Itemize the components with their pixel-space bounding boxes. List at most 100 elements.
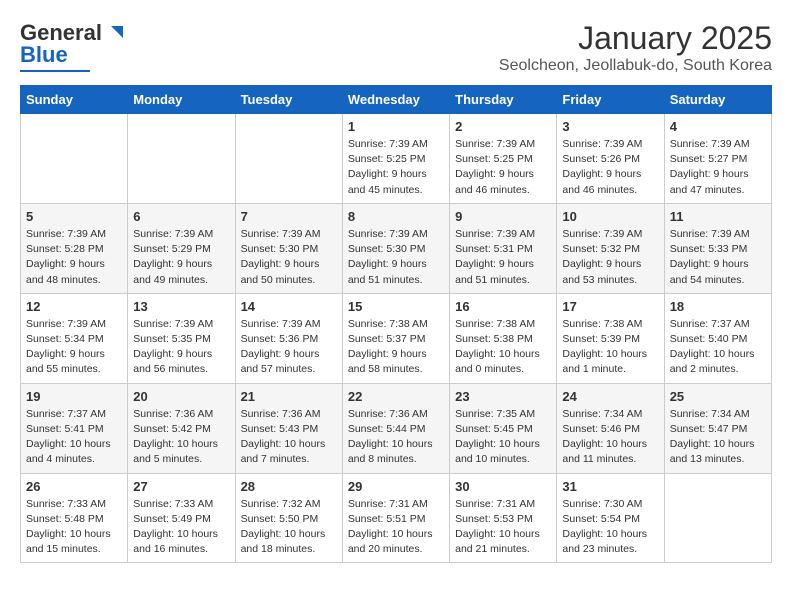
day-info: Sunrise: 7:39 AM Sunset: 5:30 PM Dayligh…	[241, 227, 337, 288]
calendar-cell: 3 Sunrise: 7:39 AM Sunset: 5:26 PM Daylig…	[557, 114, 664, 204]
calendar-cell: 28 Sunrise: 7:32 AM Sunset: 5:50 PM Dayli…	[235, 473, 342, 563]
day-info: Sunrise: 7:38 AM Sunset: 5:38 PM Dayligh…	[455, 317, 551, 378]
page-title: January 2025	[499, 20, 772, 57]
logo: General Blue	[20, 20, 125, 72]
logo-blue-text: Blue	[20, 42, 68, 68]
day-number: 14	[241, 299, 337, 314]
calendar-cell: 5Sunrise: 7:39 AM Sunset: 5:28 PM Daylig…	[21, 203, 128, 293]
calendar-header-row: SundayMondayTuesdayWednesdayThursdayFrid…	[21, 86, 772, 114]
calendar-cell: 15Sunrise: 7:38 AM Sunset: 5:37 PM Dayli…	[342, 293, 449, 383]
calendar-cell: 9Sunrise: 7:39 AM Sunset: 5:31 PM Daylig…	[450, 203, 557, 293]
day-info: Sunrise: 7:33 AM Sunset: 5:49 PM Dayligh…	[133, 497, 229, 558]
title-block: January 2025 Seolcheon, Jeollabuk-do, So…	[499, 20, 772, 75]
day-number: 16	[455, 299, 551, 314]
day-info: Sunrise: 7:39 AM Sunset: 5:25 PM Dayligh…	[348, 137, 444, 198]
day-info: Sunrise: 7:39 AM Sunset: 5:32 PM Dayligh…	[562, 227, 658, 288]
day-number: 28	[241, 479, 337, 494]
calendar-cell: 8 Sunrise: 7:39 AM Sunset: 5:30 PM Daylig…	[342, 203, 449, 293]
day-info: Sunrise: 7:36 AM Sunset: 5:43 PM Dayligh…	[241, 407, 337, 468]
day-number: 25	[670, 389, 766, 404]
calendar-cell: 21 Sunrise: 7:36 AM Sunset: 5:43 PM Dayli…	[235, 383, 342, 473]
day-info: Sunrise: 7:39 AM Sunset: 5:33 PM Dayligh…	[670, 227, 766, 288]
calendar-week-row: 5Sunrise: 7:39 AM Sunset: 5:28 PM Daylig…	[21, 203, 772, 293]
weekday-header: Thursday	[450, 86, 557, 114]
calendar-cell: 1 Sunrise: 7:39 AM Sunset: 5:25 PM Daylig…	[342, 114, 449, 204]
day-number: 22	[348, 389, 444, 404]
day-info: Sunrise: 7:39 AM Sunset: 5:26 PM Dayligh…	[562, 137, 658, 198]
weekday-header: Saturday	[664, 86, 771, 114]
calendar-cell	[128, 114, 235, 204]
calendar-cell: 31Sunrise: 7:30 AM Sunset: 5:54 PM Dayli…	[557, 473, 664, 563]
day-number: 18	[670, 299, 766, 314]
calendar-cell: 17 Sunrise: 7:38 AM Sunset: 5:39 PM Dayli…	[557, 293, 664, 383]
day-number: 27	[133, 479, 229, 494]
calendar-cell: 2Sunrise: 7:39 AM Sunset: 5:25 PM Daylig…	[450, 114, 557, 204]
day-info: Sunrise: 7:34 AM Sunset: 5:46 PM Dayligh…	[562, 407, 658, 468]
day-number: 8	[348, 209, 444, 224]
day-number: 6	[133, 209, 229, 224]
day-info: Sunrise: 7:31 AM Sunset: 5:51 PM Dayligh…	[348, 497, 444, 558]
calendar-table: SundayMondayTuesdayWednesdayThursdayFrid…	[20, 85, 772, 563]
day-info: Sunrise: 7:38 AM Sunset: 5:37 PM Dayligh…	[348, 317, 444, 378]
day-info: Sunrise: 7:35 AM Sunset: 5:45 PM Dayligh…	[455, 407, 551, 468]
day-number: 17	[562, 299, 658, 314]
calendar-cell: 7Sunrise: 7:39 AM Sunset: 5:30 PM Daylig…	[235, 203, 342, 293]
day-number: 12	[26, 299, 122, 314]
calendar-week-row: 19 Sunrise: 7:37 AM Sunset: 5:41 PM Dayli…	[21, 383, 772, 473]
day-info: Sunrise: 7:39 AM Sunset: 5:34 PM Dayligh…	[26, 317, 122, 378]
day-number: 13	[133, 299, 229, 314]
calendar-cell: 26 Sunrise: 7:33 AM Sunset: 5:48 PM Dayli…	[21, 473, 128, 563]
calendar-cell: 20 Sunrise: 7:36 AM Sunset: 5:42 PM Dayli…	[128, 383, 235, 473]
day-number: 4	[670, 119, 766, 134]
day-info: Sunrise: 7:31 AM Sunset: 5:53 PM Dayligh…	[455, 497, 551, 558]
day-number: 26	[26, 479, 122, 494]
calendar-cell: 12 Sunrise: 7:39 AM Sunset: 5:34 PM Dayli…	[21, 293, 128, 383]
day-info: Sunrise: 7:39 AM Sunset: 5:29 PM Dayligh…	[133, 227, 229, 288]
day-number: 19	[26, 389, 122, 404]
calendar-cell: 11Sunrise: 7:39 AM Sunset: 5:33 PM Dayli…	[664, 203, 771, 293]
day-info: Sunrise: 7:39 AM Sunset: 5:30 PM Dayligh…	[348, 227, 444, 288]
day-info: Sunrise: 7:37 AM Sunset: 5:40 PM Dayligh…	[670, 317, 766, 378]
day-number: 21	[241, 389, 337, 404]
day-info: Sunrise: 7:38 AM Sunset: 5:39 PM Dayligh…	[562, 317, 658, 378]
calendar-cell: 13 Sunrise: 7:39 AM Sunset: 5:35 PM Dayli…	[128, 293, 235, 383]
calendar-cell: 14 Sunrise: 7:39 AM Sunset: 5:36 PM Dayli…	[235, 293, 342, 383]
day-number: 23	[455, 389, 551, 404]
logo-underline	[20, 70, 90, 72]
calendar-cell: 16 Sunrise: 7:38 AM Sunset: 5:38 PM Dayli…	[450, 293, 557, 383]
calendar-cell: 29 Sunrise: 7:31 AM Sunset: 5:51 PM Dayli…	[342, 473, 449, 563]
day-number: 5	[26, 209, 122, 224]
calendar-cell: 23 Sunrise: 7:35 AM Sunset: 5:45 PM Dayli…	[450, 383, 557, 473]
day-number: 29	[348, 479, 444, 494]
calendar-cell: 10Sunrise: 7:39 AM Sunset: 5:32 PM Dayli…	[557, 203, 664, 293]
day-info: Sunrise: 7:36 AM Sunset: 5:42 PM Dayligh…	[133, 407, 229, 468]
weekday-header: Friday	[557, 86, 664, 114]
calendar-cell: 4 Sunrise: 7:39 AM Sunset: 5:27 PM Daylig…	[664, 114, 771, 204]
calendar-cell	[664, 473, 771, 563]
day-number: 20	[133, 389, 229, 404]
day-info: Sunrise: 7:34 AM Sunset: 5:47 PM Dayligh…	[670, 407, 766, 468]
calendar-week-row: 12 Sunrise: 7:39 AM Sunset: 5:34 PM Dayli…	[21, 293, 772, 383]
weekday-header: Monday	[128, 86, 235, 114]
day-info: Sunrise: 7:39 AM Sunset: 5:27 PM Dayligh…	[670, 137, 766, 198]
page-subtitle: Seolcheon, Jeollabuk-do, South Korea	[499, 57, 772, 75]
weekday-header: Sunday	[21, 86, 128, 114]
calendar-cell: 22Sunrise: 7:36 AM Sunset: 5:44 PM Dayli…	[342, 383, 449, 473]
day-number: 1	[348, 119, 444, 134]
day-info: Sunrise: 7:33 AM Sunset: 5:48 PM Dayligh…	[26, 497, 122, 558]
day-info: Sunrise: 7:39 AM Sunset: 5:36 PM Dayligh…	[241, 317, 337, 378]
calendar-cell: 27 Sunrise: 7:33 AM Sunset: 5:49 PM Dayli…	[128, 473, 235, 563]
day-number: 3	[562, 119, 658, 134]
day-number: 31	[562, 479, 658, 494]
calendar-cell: 6 Sunrise: 7:39 AM Sunset: 5:29 PM Daylig…	[128, 203, 235, 293]
logo-icon	[103, 22, 125, 44]
day-info: Sunrise: 7:32 AM Sunset: 5:50 PM Dayligh…	[241, 497, 337, 558]
calendar-cell	[235, 114, 342, 204]
calendar-cell: 19 Sunrise: 7:37 AM Sunset: 5:41 PM Dayli…	[21, 383, 128, 473]
day-info: Sunrise: 7:39 AM Sunset: 5:35 PM Dayligh…	[133, 317, 229, 378]
calendar-cell: 24Sunrise: 7:34 AM Sunset: 5:46 PM Dayli…	[557, 383, 664, 473]
day-info: Sunrise: 7:37 AM Sunset: 5:41 PM Dayligh…	[26, 407, 122, 468]
weekday-header: Wednesday	[342, 86, 449, 114]
weekday-header: Tuesday	[235, 86, 342, 114]
day-number: 9	[455, 209, 551, 224]
